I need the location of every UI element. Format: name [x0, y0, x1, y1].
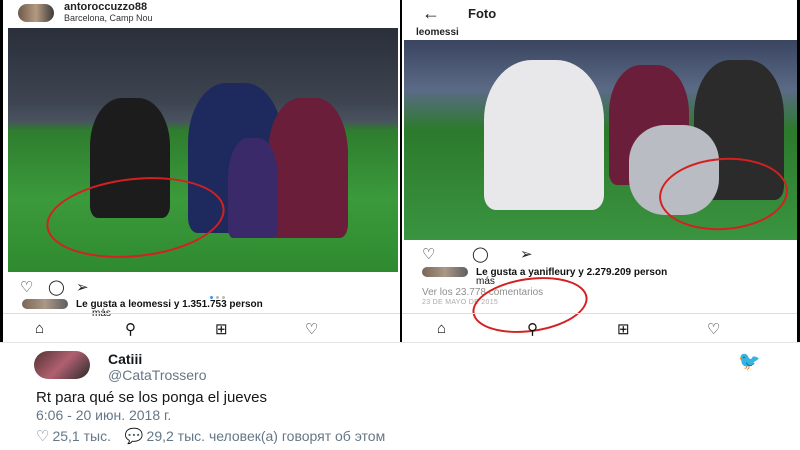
location[interactable]: Barcelona, Camp Nou [64, 13, 153, 24]
heart-icon[interactable]: ♡ [36, 428, 49, 445]
activity-heart-icon[interactable]: ♡ [707, 320, 720, 338]
likes-count[interactable]: 25,1 тыс. [52, 428, 111, 444]
comment-icon[interactable]: 💬 [125, 428, 144, 445]
back-arrow-icon[interactable]: ← [422, 3, 440, 24]
comment-icon[interactable]: ◯ [472, 247, 489, 262]
replies-text[interactable]: 29,2 тыс. человек(а) говорят об этом [147, 428, 386, 444]
left-instagram-post: antoroccuzzo88 Barcelona, Camp Nou ♡ ◯ ➢… [0, 0, 400, 342]
post-photo[interactable] [404, 40, 800, 240]
home-icon[interactable]: ⌂ [35, 320, 44, 337]
tweet-stats: ♡ 25,1 тыс. 💬 29,2 тыс. человек(а) говорят… [36, 427, 385, 445]
home-icon[interactable]: ⌂ [437, 320, 446, 337]
tweet-card: Catiii @CataTrossero 🐦 Rt para qué se lo… [0, 343, 800, 450]
activity-heart-icon[interactable]: ♡ [305, 320, 318, 338]
photo-header: ← Foto [402, 0, 800, 26]
header-title: Foto [468, 5, 497, 21]
search-icon[interactable]: ⚲ [527, 320, 538, 338]
user-handle[interactable]: @CataTrossero [108, 367, 207, 383]
search-icon[interactable]: ⚲ [125, 320, 136, 338]
add-post-icon[interactable]: ⊞ [215, 320, 228, 338]
avatar[interactable] [18, 4, 54, 22]
add-post-icon[interactable]: ⊞ [617, 320, 630, 338]
share-icon[interactable]: ➢ [520, 247, 533, 262]
liker-avatars [422, 267, 468, 278]
tweet-timestamp[interactable]: 6:06 - 20 июн. 2018 г. [36, 407, 171, 423]
heart-icon[interactable]: ♡ [20, 280, 33, 295]
twitter-bird-icon[interactable]: 🐦 [738, 351, 760, 372]
bottom-nav: ⌂ ⚲ ⊞ ♡ [0, 313, 400, 342]
post-header: antoroccuzzo88 Barcelona, Camp Nou [0, 0, 400, 26]
heart-icon[interactable]: ♡ [422, 247, 435, 262]
share-icon[interactable]: ➢ [76, 280, 89, 295]
bottom-nav: ⌂ ⚲ ⊞ ♡ [402, 313, 800, 342]
person-figure [228, 138, 278, 238]
right-instagram-post: ← Foto leomessi ♡ ◯ ➢ Le gusta a yanifle… [402, 0, 800, 342]
display-name[interactable]: Catiii [108, 351, 142, 367]
username[interactable]: antoroccuzzo88 [64, 2, 153, 13]
avatar[interactable] [34, 351, 90, 379]
username[interactable]: leomessi [416, 27, 459, 38]
person-figure [268, 98, 348, 238]
person-figure [484, 60, 604, 210]
left-border [0, 0, 3, 342]
post-photo[interactable] [8, 28, 398, 272]
liker-avatars [22, 299, 68, 310]
comment-icon[interactable]: ◯ [48, 280, 65, 295]
tweet-text: Rt para qué se los ponga el jueves [36, 389, 267, 406]
